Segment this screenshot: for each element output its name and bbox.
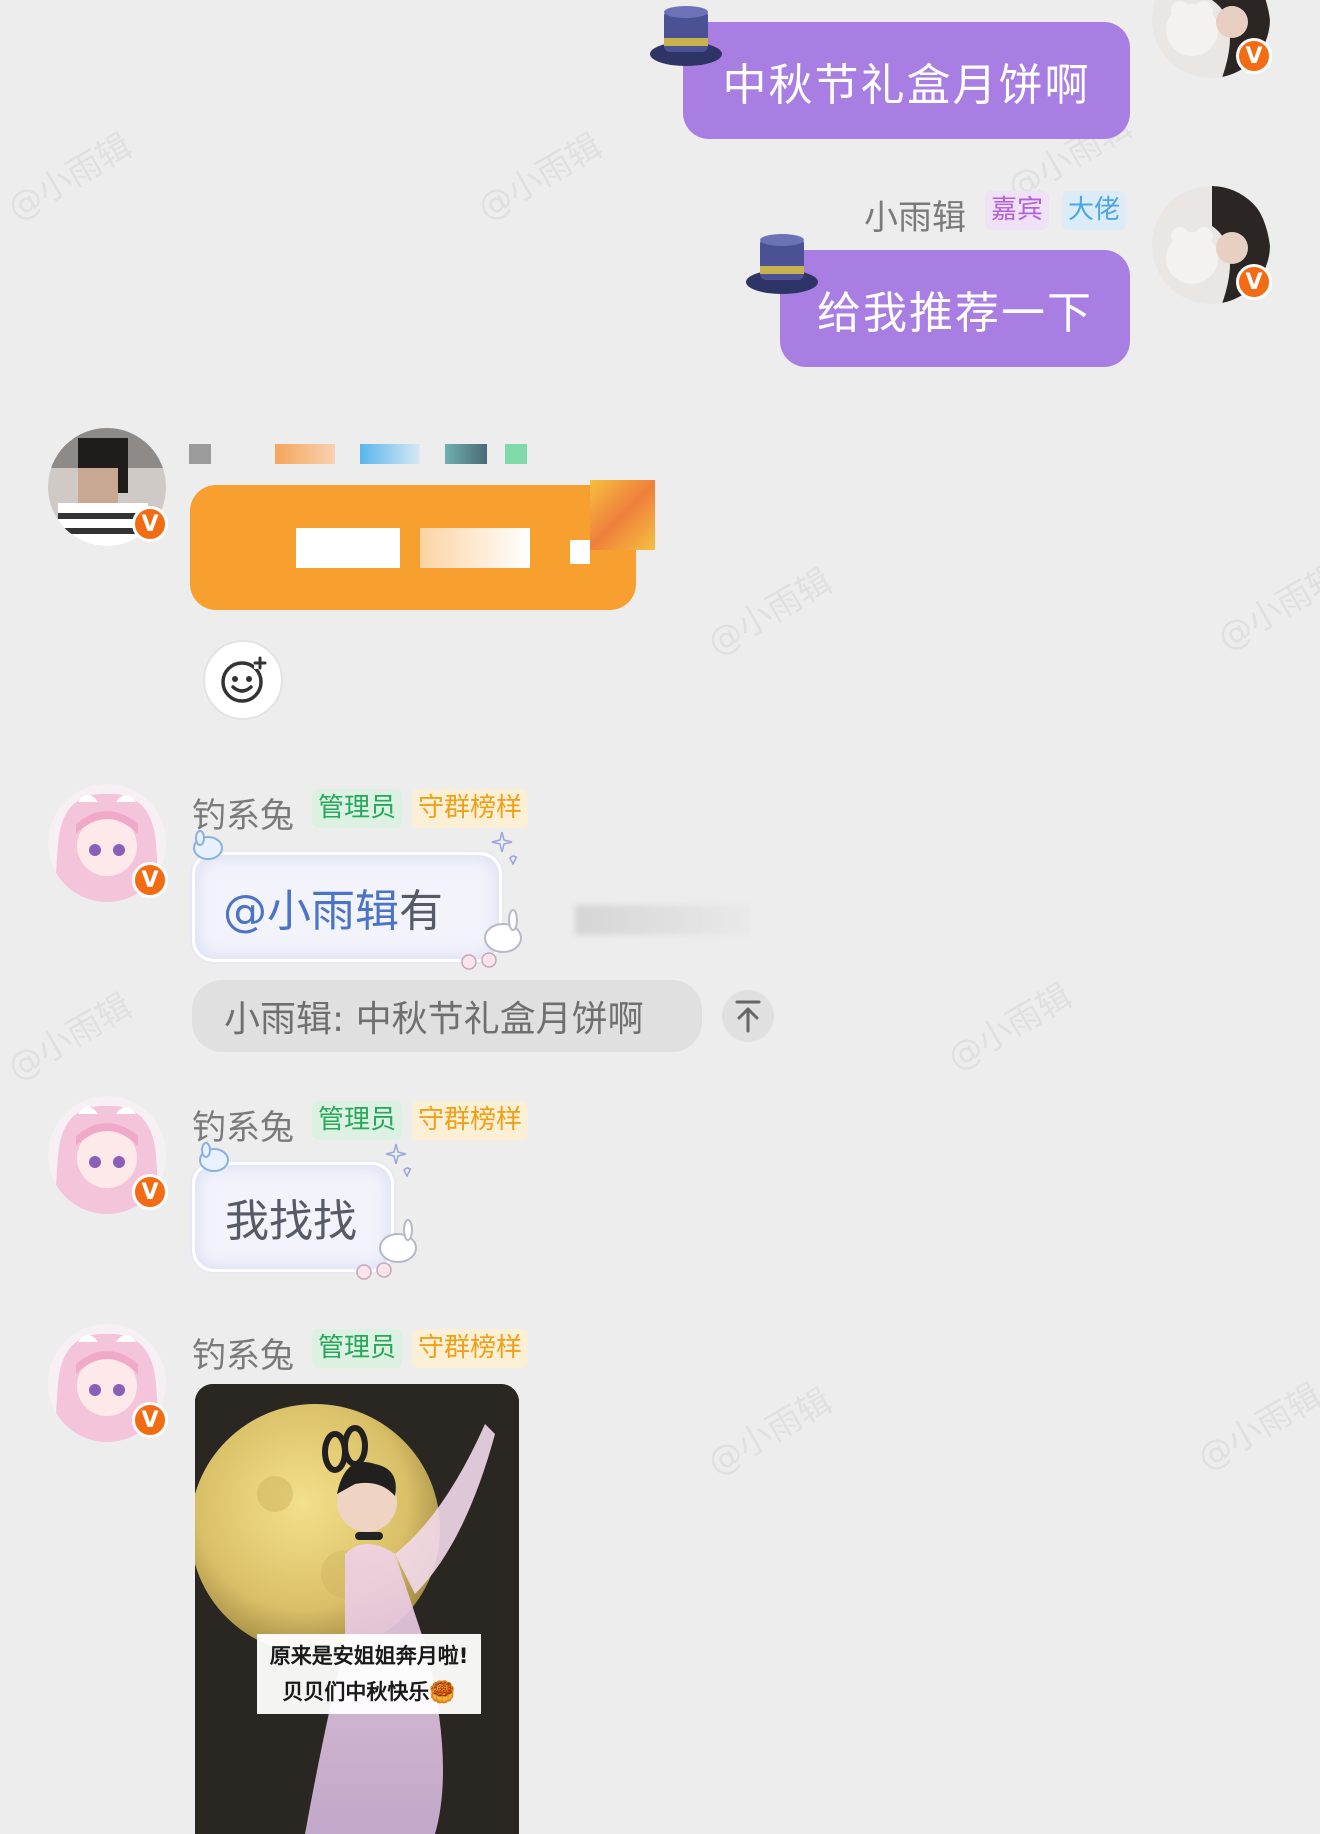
moon-dancer-image — [195, 1384, 519, 1834]
censored-pixels — [296, 528, 400, 568]
tag-model: 守群榜样 — [412, 1329, 529, 1369]
watermark: @小雨辑 — [940, 976, 1079, 1079]
tag-admin: 管理员 — [312, 1329, 403, 1369]
top-hat-icon — [746, 234, 818, 294]
sparkle-icon — [385, 1143, 412, 1178]
verified-icon: V — [132, 1402, 168, 1438]
image-caption-line2: 贝贝们中秋快乐🥮 — [282, 1680, 456, 1704]
verified-icon: V — [132, 1174, 168, 1210]
avatar-user[interactable]: V — [48, 428, 168, 546]
watermark: @小雨辑 — [0, 986, 139, 1089]
avatar-user[interactable]: V — [48, 784, 168, 902]
watermark: @小雨辑 — [470, 126, 609, 229]
tag-model: 守群榜样 — [412, 789, 529, 829]
watermark: @小雨辑 — [700, 1381, 839, 1484]
blurred-content — [575, 905, 750, 935]
watermark: @小雨辑 — [1210, 556, 1320, 659]
tag-model: 守群榜样 — [412, 1101, 529, 1141]
watermark: @小雨辑 — [700, 561, 839, 664]
add-reaction-button[interactable] — [203, 640, 283, 720]
avatar-user[interactable]: V — [48, 1096, 168, 1214]
jump-to-quote-button[interactable] — [722, 990, 774, 1042]
censored-pixels — [590, 480, 655, 550]
tag-admin: 管理员 — [312, 1101, 403, 1141]
bunny-sticker-icon — [461, 909, 522, 970]
tag-boss: 大佬 — [1062, 191, 1127, 231]
verified-icon: V — [132, 862, 168, 898]
sender-name[interactable]: 小雨辑 — [864, 190, 966, 239]
message-bubble-self[interactable]: 中秋节礼盒月饼啊 — [683, 22, 1130, 139]
watermark: @小雨辑 — [0, 126, 139, 229]
verified-icon: V — [1236, 38, 1272, 74]
tag-admin: 管理员 — [312, 789, 403, 829]
tag-guest: 嘉宾 — [985, 191, 1050, 231]
censored-tag — [445, 444, 487, 464]
avatar-user[interactable]: V — [48, 1324, 168, 1442]
censored-tag — [275, 444, 335, 464]
sender-name[interactable]: 钓系兔 — [192, 1328, 294, 1377]
censored-tag — [360, 444, 420, 464]
verified-icon: V — [132, 506, 168, 542]
bunny-sticker-icon — [199, 1142, 229, 1172]
message-bubble-self[interactable]: 给我推荐一下 — [780, 250, 1130, 367]
bunny-sticker-icon — [356, 1219, 417, 1280]
censored-name — [189, 444, 211, 464]
censored-pixels — [420, 528, 530, 568]
top-hat-icon — [650, 6, 722, 66]
avatar-self[interactable]: V — [1152, 0, 1272, 78]
censored-tag — [505, 444, 527, 464]
bunny-sticker-icon — [193, 830, 223, 860]
image-message[interactable]: 原来是安姐姐奔月啦! 贝贝们中秋快乐🥮 — [195, 1384, 519, 1834]
emoji-add-icon — [221, 656, 267, 703]
verified-icon: V — [1236, 264, 1272, 300]
censored-pixels — [570, 540, 590, 564]
arrow-up-icon — [735, 1000, 761, 1033]
sparkle-icon — [491, 831, 518, 866]
mention-link[interactable]: @小雨辑 — [223, 875, 399, 939]
watermark: @小雨辑 — [1190, 1376, 1320, 1479]
quoted-message[interactable]: 小雨辑: 中秋节礼盒月饼啊 — [192, 980, 702, 1052]
avatar-self[interactable]: V — [1152, 186, 1272, 304]
message-text: 有 — [399, 886, 443, 937]
image-caption-line1: 原来是安姐姐奔月啦! — [269, 1644, 469, 1668]
